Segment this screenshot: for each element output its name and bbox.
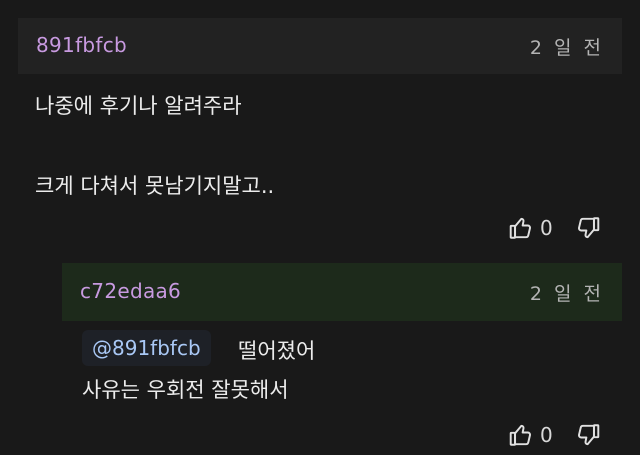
comment-header: 891fbfcb 2 일 전	[18, 18, 622, 74]
comment-author[interactable]: 891fbfcb	[36, 33, 127, 57]
comment-timestamp: 2 일 전	[529, 37, 604, 59]
comment-like-count: 0	[540, 216, 553, 240]
reply-text-line-2: 사유는 우회전 잘못해서	[82, 378, 289, 402]
thumbs-down-icon[interactable]	[575, 215, 601, 241]
thumbs-up-icon[interactable]	[508, 422, 534, 448]
reply-actions: 0	[508, 422, 601, 448]
reply-like-count: 0	[540, 423, 553, 447]
reply-text-line-1: 떨어졌어	[238, 339, 316, 363]
comment-actions: 0	[508, 215, 601, 241]
thumbs-up-icon[interactable]	[508, 215, 534, 241]
reply-author[interactable]: c72edaa6	[80, 279, 181, 303]
reply-header: c72edaa6 2 일 전	[62, 263, 622, 321]
reply-timestamp: 2 일 전	[529, 283, 604, 305]
comment-text-line-1: 나중에 후기나 알려주라	[35, 94, 242, 118]
thumbs-down-icon[interactable]	[575, 422, 601, 448]
comment-text-line-2: 크게 다쳐서 못남기지말고..	[35, 174, 275, 198]
mention-chip[interactable]: @891fbfcb	[82, 330, 211, 366]
